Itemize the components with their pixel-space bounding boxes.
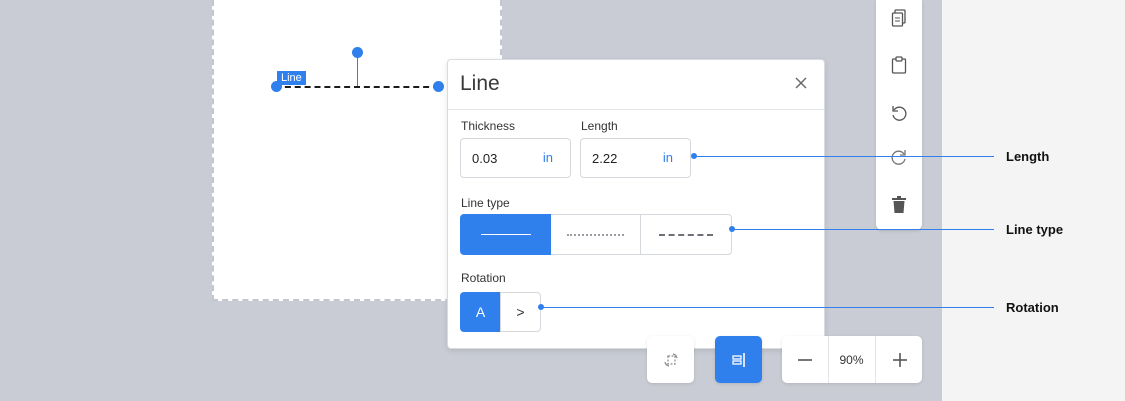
rotation-callout-line — [541, 307, 994, 308]
line-type-callout-line — [732, 229, 994, 230]
align-right-icon — [731, 352, 745, 367]
thickness-value: 0.03 — [472, 151, 498, 166]
plus-icon — [892, 352, 907, 367]
copy-icon[interactable] — [886, 5, 912, 31]
length-callout-line — [694, 156, 994, 157]
dotted-line-icon — [567, 234, 624, 236]
trash-icon[interactable] — [886, 192, 912, 218]
rotate-canvas-icon — [663, 352, 678, 367]
length-input[interactable]: 2.22 in — [580, 138, 691, 178]
zoom-in-button[interactable] — [875, 336, 923, 383]
redo-icon[interactable] — [886, 144, 912, 170]
dashed-line-icon — [659, 234, 713, 236]
length-callout-label: Length — [1006, 149, 1050, 164]
thickness-label: Thickness — [461, 119, 516, 133]
close-icon[interactable] — [792, 74, 810, 92]
rotation-callout-label: Rotation — [1006, 300, 1059, 315]
edit-toolbar — [876, 0, 922, 230]
solid-line-icon — [481, 234, 531, 235]
resize-handle-right[interactable] — [433, 81, 444, 92]
rotation-label: Rotation — [461, 271, 506, 285]
rotation-handle[interactable] — [352, 47, 363, 58]
panel-divider — [448, 109, 824, 110]
line-type-dashed[interactable] — [640, 214, 732, 255]
length-value: 2.22 — [592, 151, 618, 166]
zoom-level: 90% — [839, 352, 864, 367]
right-side-area — [942, 0, 1125, 401]
zoom-control: 90% — [782, 336, 922, 383]
zoom-out-button[interactable] — [782, 336, 829, 383]
line-type-label: Line type — [461, 196, 510, 210]
selected-line-element[interactable] — [275, 86, 439, 88]
element-tag: Line — [277, 71, 306, 85]
rotation-vertical-button[interactable]: > — [500, 292, 541, 332]
length-label: Length — [581, 119, 618, 133]
minus-icon — [798, 358, 812, 361]
clipboard-icon[interactable] — [886, 52, 912, 78]
panel-title: Line — [460, 72, 500, 95]
thickness-input[interactable]: 0.03 in — [460, 138, 571, 178]
line-type-callout-label: Line type — [1006, 222, 1064, 237]
rotation-horizontal-button[interactable]: A — [460, 292, 501, 332]
line-type-solid[interactable] — [460, 214, 552, 255]
length-unit: in — [662, 150, 673, 165]
align-right-button[interactable] — [715, 336, 762, 383]
undo-icon[interactable] — [886, 100, 912, 126]
line-properties-panel: Line Thickness 0.03 in Length 2.22 in Li… — [447, 59, 825, 349]
line-type-dotted[interactable] — [551, 214, 641, 255]
rotate-canvas-button[interactable] — [647, 336, 694, 383]
thickness-unit: in — [542, 150, 553, 165]
